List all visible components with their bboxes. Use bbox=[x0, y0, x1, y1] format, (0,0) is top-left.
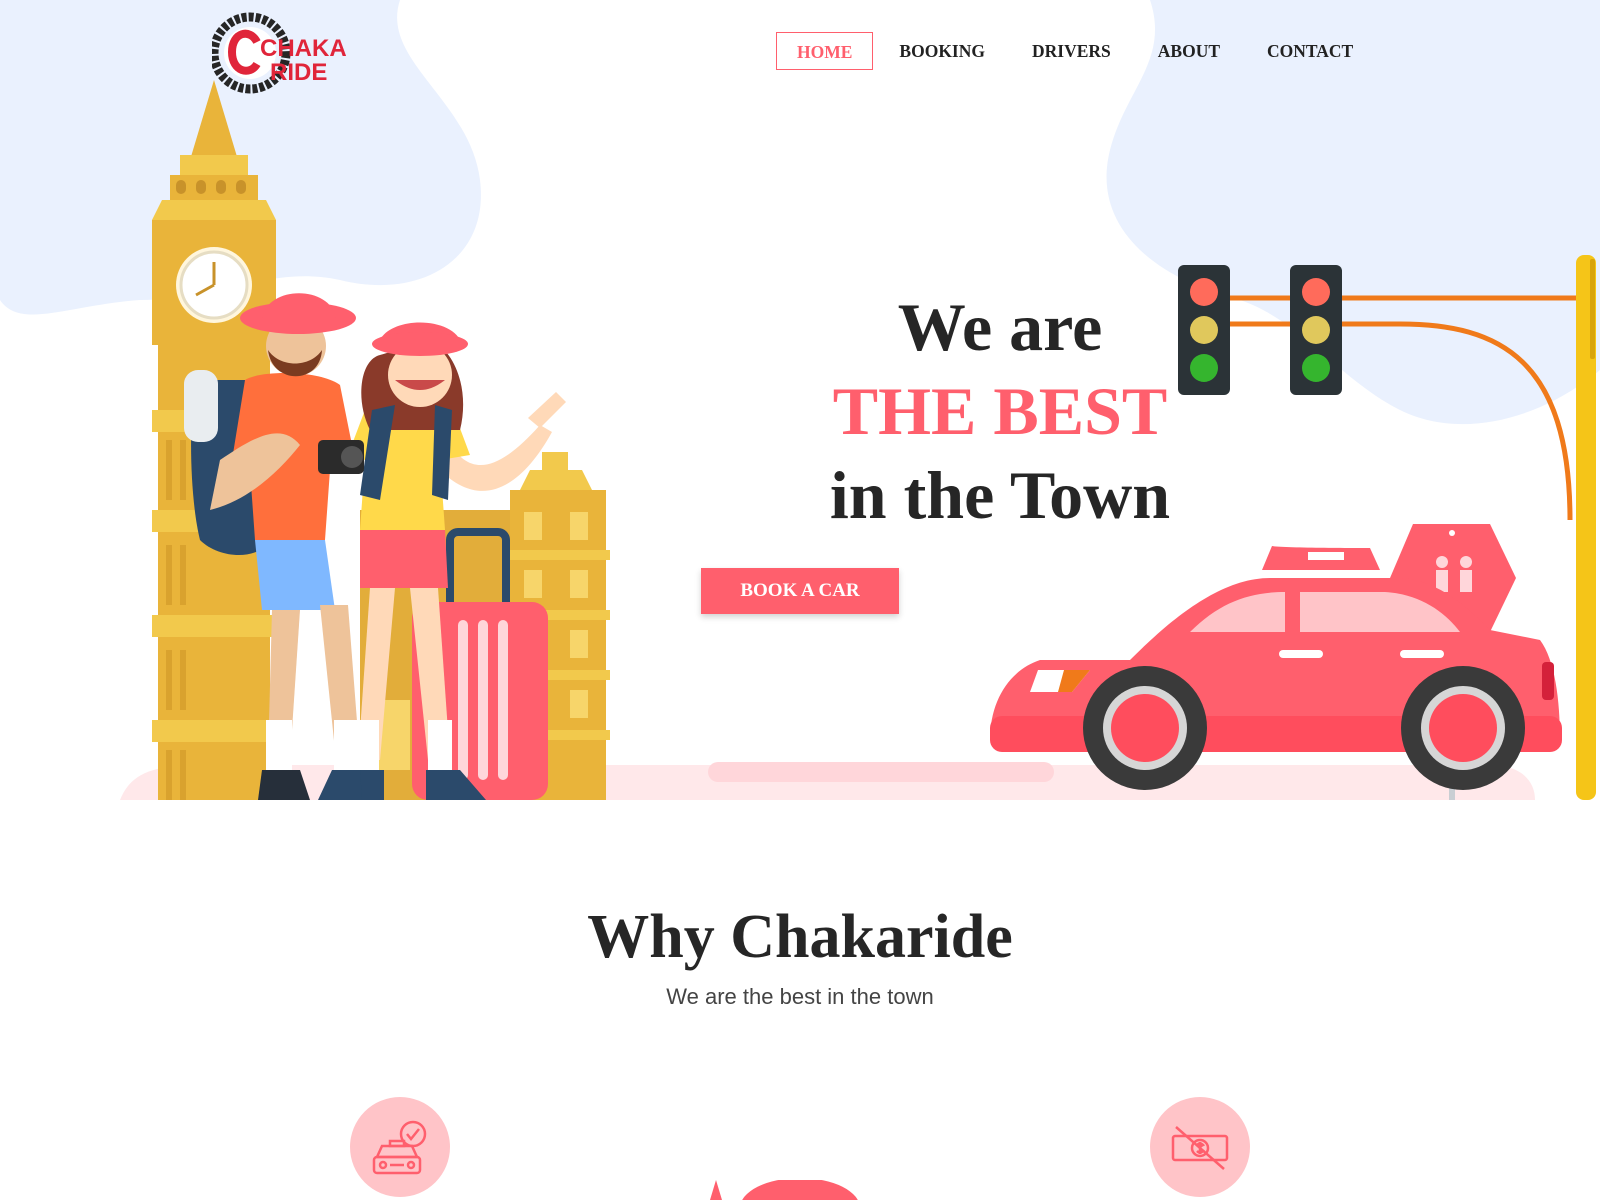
feature-taxi-circle bbox=[350, 1097, 450, 1197]
hero-heading-line1: We are bbox=[897, 289, 1103, 365]
feature-cash-circle bbox=[1150, 1097, 1250, 1197]
landing-page: CHAKA RIDE HOME BOOKING DRIVERS ABOUT CO… bbox=[0, 0, 1600, 1200]
nav-contact[interactable]: CONTACT bbox=[1267, 32, 1353, 70]
taxi-check-icon bbox=[372, 1120, 427, 1175]
no-cash-icon bbox=[1171, 1126, 1229, 1170]
page-scrollbar[interactable] bbox=[1576, 255, 1596, 800]
nav-drivers[interactable]: DRIVERS bbox=[1032, 32, 1111, 70]
why-section-subtitle: We are the best in the town bbox=[666, 984, 934, 1009]
nav-about[interactable]: ABOUT bbox=[1158, 32, 1220, 70]
why-section-title: Why Chakaride bbox=[587, 903, 1013, 971]
svg-text:CHAKA: CHAKA bbox=[260, 35, 347, 62]
svg-text:RIDE: RIDE bbox=[270, 59, 327, 86]
hero-heading-highlight: THE BEST bbox=[832, 373, 1168, 449]
book-a-car-button[interactable]: BOOK A CAR bbox=[701, 568, 899, 614]
hero-heading-line3: in the Town bbox=[829, 457, 1171, 533]
nav-booking[interactable]: BOOKING bbox=[899, 32, 985, 70]
main-nav: HOME BOOKING DRIVERS ABOUT CONTACT bbox=[776, 32, 1353, 70]
section-illustration-peek bbox=[710, 1180, 858, 1200]
nav-home[interactable]: HOME bbox=[776, 32, 874, 70]
chakaride-logo[interactable]: CHAKA RIDE bbox=[212, 12, 354, 94]
